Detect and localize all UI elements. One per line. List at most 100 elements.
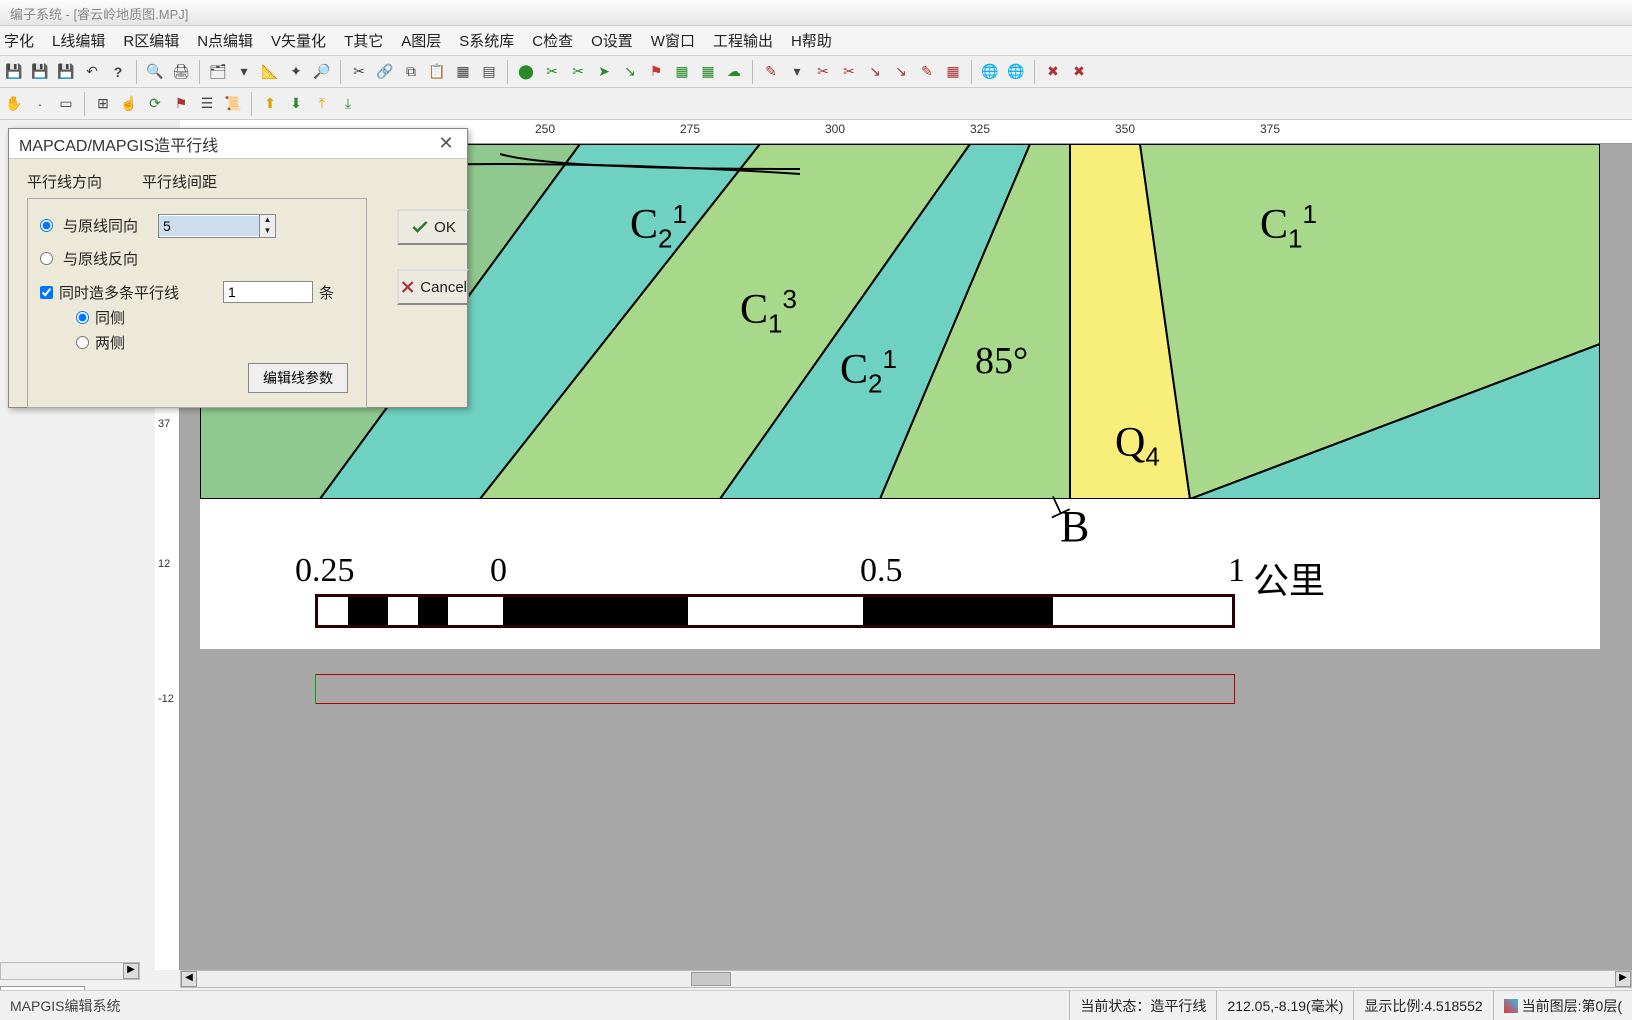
cloud-icon[interactable]: ☁	[722, 60, 746, 84]
globe2-icon[interactable]: 🌐	[1004, 60, 1028, 84]
parallel-line-dialog: MAPCAD/MAPGIS造平行线 ✕ 平行线方向 平行线间距 与原线同向 ▲ …	[8, 128, 468, 408]
dropdown-icon[interactable]: ▾	[232, 60, 256, 84]
side-panel-scrollbar[interactable]: ▶	[0, 962, 140, 980]
help-pointer-icon[interactable]: ?	[106, 60, 130, 84]
arrow-up-icon[interactable]: ⬆	[258, 92, 282, 116]
line1-icon[interactable]: ↘	[863, 60, 887, 84]
radio-opposite-direction[interactable]: 与原线反向	[40, 248, 354, 269]
check-icon	[410, 217, 430, 237]
node-icon[interactable]: ⊞	[91, 92, 115, 116]
region-flag-icon[interactable]: ⚑	[644, 60, 668, 84]
menu-help[interactable]: H帮助	[791, 30, 832, 51]
region-cut-icon[interactable]: ✂	[540, 60, 564, 84]
cancel-button[interactable]: Cancel	[397, 269, 469, 305]
start-marker	[315, 674, 316, 704]
x-icon	[399, 277, 416, 297]
gap-spinner[interactable]: ▲ ▼	[158, 214, 276, 238]
menu-vector[interactable]: V矢量化	[271, 30, 326, 51]
copy-icon[interactable]: ⧉	[399, 60, 423, 84]
undo-icon[interactable]: ↶	[80, 60, 104, 84]
status-scale: 显示比例:4.518552	[1353, 991, 1492, 1020]
menu-settings[interactable]: O设置	[591, 30, 633, 51]
line4-icon[interactable]: ▦	[941, 60, 965, 84]
menu-window[interactable]: W窗口	[651, 30, 695, 51]
scroll-right2-icon[interactable]: ▶	[1615, 971, 1631, 987]
direction-label: 平行线方向	[27, 171, 102, 192]
print-icon[interactable]: 🖨	[169, 60, 193, 84]
save-icon[interactable]: 💾	[2, 60, 26, 84]
find-icon[interactable]: 🔎	[310, 60, 334, 84]
canvas-hscrollbar[interactable]: ◀ ▶	[180, 970, 1632, 988]
scissors-red-icon[interactable]: ✂	[811, 60, 835, 84]
region-split-icon[interactable]: ✂	[566, 60, 590, 84]
menu-check[interactable]: C检查	[532, 30, 573, 51]
scale-bar: 0.25 0 0.5 1 公里	[315, 594, 1235, 628]
menu-syslib[interactable]: S系统库	[459, 30, 514, 51]
scroll-icon[interactable]: 📜	[221, 92, 245, 116]
ok-button[interactable]: OK	[397, 209, 469, 245]
table-icon[interactable]: ▤	[477, 60, 501, 84]
window-icon[interactable]: ▭	[54, 92, 78, 116]
menu-region[interactable]: R区编辑	[123, 30, 179, 51]
menu-project-out[interactable]: 工程输出	[713, 30, 773, 51]
radio-same-direction[interactable]: 与原线同向	[40, 215, 138, 236]
edit-line-params-button[interactable]: 编辑线参数	[248, 363, 348, 393]
scroll-left-icon[interactable]: ◀	[181, 971, 197, 987]
node-hand-icon[interactable]: ☝	[117, 92, 141, 116]
link-icon[interactable]: 🔗	[373, 60, 397, 84]
save-as-icon[interactable]: 💾	[28, 60, 52, 84]
label-c13: C13	[740, 284, 797, 339]
region-add-icon[interactable]: ⬤	[514, 60, 538, 84]
close-icon[interactable]: ✕	[435, 133, 457, 155]
cross1-icon[interactable]: ✖	[1041, 60, 1065, 84]
cross2-icon[interactable]: ✖	[1067, 60, 1091, 84]
preview-icon[interactable]: 🔍	[143, 60, 167, 84]
toolbar-2: ✋ · ▭ ⊞ ☝ ⟳ ⚑ ☰ 📜 ⬆ ⬇ ⤒ ⤓	[0, 88, 1632, 120]
flag2-icon[interactable]: ⚑	[169, 92, 193, 116]
status-state: 当前状态：造平行线	[1069, 991, 1216, 1020]
cut-icon[interactable]: ✂	[347, 60, 371, 84]
pen-icon[interactable]: ✎	[759, 60, 783, 84]
region-grid1-icon[interactable]: ▦	[670, 60, 694, 84]
spark-icon[interactable]: ✦	[284, 60, 308, 84]
menu-other[interactable]: T其它	[344, 30, 383, 51]
arrow-top-icon[interactable]: ⤒	[310, 92, 334, 116]
radio-both-side[interactable]: 两侧	[76, 332, 354, 353]
gap-input[interactable]	[159, 216, 259, 236]
point-icon[interactable]: ·	[28, 92, 52, 116]
radio-same-side[interactable]: 同侧	[76, 307, 354, 328]
hand-icon[interactable]: ✋	[2, 92, 26, 116]
menu-line[interactable]: L线编辑	[52, 30, 105, 51]
label-angle: 85°	[975, 339, 1028, 383]
menu-layer[interactable]: A图层	[401, 30, 441, 51]
checkbox-multi[interactable]: 同时造多条平行线	[40, 282, 179, 303]
menu-digitize[interactable]: 字化	[4, 30, 34, 51]
measure-icon[interactable]: 📐	[258, 60, 282, 84]
scroll-thumb[interactable]	[691, 972, 731, 986]
dialog-title: MAPCAD/MAPGIS造平行线	[19, 132, 218, 156]
arrow-down-icon[interactable]: ⬇	[284, 92, 308, 116]
dropdown2-icon[interactable]: ▾	[785, 60, 809, 84]
arrow-bottom-icon[interactable]: ⤓	[336, 92, 360, 116]
refresh-icon[interactable]: ⟳	[143, 92, 167, 116]
layer-tool-icon[interactable]: 🗂	[206, 60, 230, 84]
grid-icon[interactable]: ▦	[451, 60, 475, 84]
line3-icon[interactable]: ✎	[915, 60, 939, 84]
layer-swatch-icon	[1504, 999, 1518, 1013]
region-line-icon[interactable]: ↘	[618, 60, 642, 84]
list-icon[interactable]: ☰	[195, 92, 219, 116]
scroll-right-icon[interactable]: ▶	[123, 963, 139, 979]
region-arrow-icon[interactable]: ➤	[592, 60, 616, 84]
scissors2-icon[interactable]: ✂	[837, 60, 861, 84]
menu-point[interactable]: N点编辑	[197, 30, 253, 51]
region-grid2-icon[interactable]: ▦	[696, 60, 720, 84]
count-input[interactable]	[223, 281, 313, 303]
globe1-icon[interactable]: 🌐	[978, 60, 1002, 84]
spin-up-icon[interactable]: ▲	[259, 215, 275, 226]
paste-icon[interactable]: 📋	[425, 60, 449, 84]
line2-icon[interactable]: ↘	[889, 60, 913, 84]
spin-down-icon[interactable]: ▼	[259, 226, 275, 237]
save-all-icon[interactable]: 💾	[54, 60, 78, 84]
status-coord: 212.05,-8.19(毫米)	[1216, 991, 1353, 1020]
parallel-line-preview	[315, 674, 1235, 704]
